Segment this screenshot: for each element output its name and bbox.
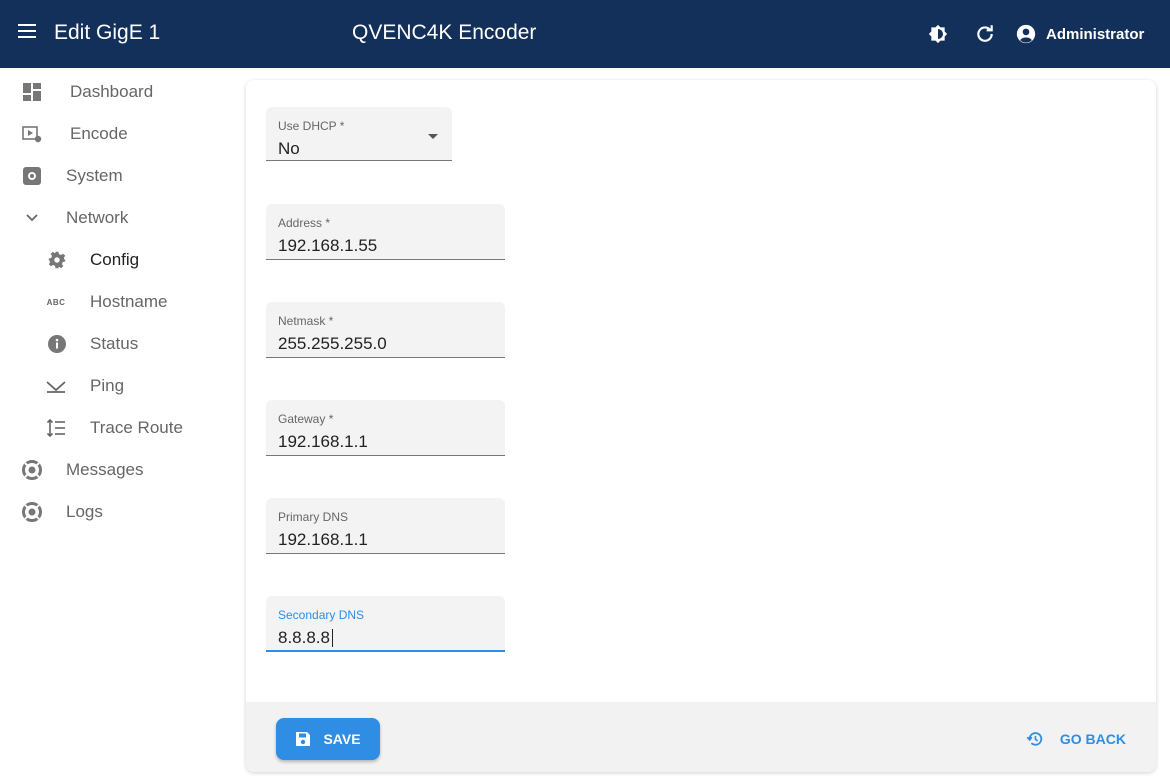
sidebar-item-trace-route[interactable]: Trace Route xyxy=(0,412,230,444)
sidebar-item-label: Dashboard xyxy=(70,82,154,101)
lifebuoy-icon xyxy=(22,502,42,522)
secondary-dns-label: Secondary DNS xyxy=(278,608,365,622)
sidebar-item-network[interactable]: Network xyxy=(0,202,230,234)
primary-dns-label: Primary DNS xyxy=(278,510,349,524)
sidebar-item-status[interactable]: Status xyxy=(0,328,230,360)
sidebar-item-label: Config xyxy=(90,250,140,269)
sidebar-item-logs[interactable]: Logs xyxy=(0,496,230,528)
user-menu[interactable]: Administrator xyxy=(1016,22,1144,46)
page-title: Edit GigE 1 xyxy=(54,21,161,44)
sidebar-item-ping[interactable]: Ping xyxy=(0,370,230,402)
form-footer: SAVE GO BACK xyxy=(246,702,1156,772)
secondary-dns-value: 8.8.8.8 xyxy=(278,628,330,647)
save-label: SAVE xyxy=(323,731,361,747)
address-field[interactable]: Address * 192.168.1.55 xyxy=(266,204,505,260)
info-icon xyxy=(47,334,67,354)
sidebar-item-system[interactable]: System xyxy=(0,160,230,192)
sidebar-item-label: Messages xyxy=(66,460,144,479)
sidebar-item-label: Hostname xyxy=(90,292,168,311)
primary-dns-value: 192.168.1.1 xyxy=(278,530,368,549)
app-bar: Edit GigE 1 QVENC4K Encoder Administrato… xyxy=(0,0,1170,68)
sidebar-item-encode[interactable]: Encode xyxy=(0,118,230,150)
dhcp-select[interactable]: Use DHCP * No xyxy=(266,107,452,161)
history-icon xyxy=(1026,732,1043,746)
save-icon xyxy=(296,732,311,746)
netmask-label: Netmask * xyxy=(278,314,334,328)
text-caret xyxy=(332,629,333,647)
secondary-dns-field[interactable]: Secondary DNS 8.8.8.8 xyxy=(266,596,505,652)
address-label: Address * xyxy=(278,216,331,230)
dhcp-value: No xyxy=(278,139,300,158)
netmask-value: 255.255.255.0 xyxy=(278,334,387,353)
sidebar-item-label: Status xyxy=(90,334,139,353)
encode-icon xyxy=(22,124,42,144)
trace-route-icon xyxy=(46,418,66,438)
menu-icon[interactable] xyxy=(18,24,36,38)
refresh-icon[interactable] xyxy=(975,24,995,44)
chevron-down-icon xyxy=(22,208,42,228)
dhcp-label: Use DHCP * xyxy=(278,119,345,133)
gear-icon xyxy=(47,250,67,270)
account-icon xyxy=(1016,24,1036,44)
app-title: QVENC4K Encoder xyxy=(352,21,537,44)
system-icon xyxy=(22,166,42,186)
sidebar-item-dashboard[interactable]: Dashboard xyxy=(0,76,230,108)
gateway-field[interactable]: Gateway * 192.168.1.1 xyxy=(266,400,505,456)
sidebar-item-label: Ping xyxy=(90,376,125,395)
sidebar-item-label: Network xyxy=(66,208,129,227)
form-card: Use DHCP * No Address * 192.168.1.55 Net… xyxy=(246,80,1156,772)
dropdown-arrow-icon xyxy=(428,134,438,139)
gateway-value: 192.168.1.1 xyxy=(278,432,368,451)
sidebar-item-hostname[interactable]: ABC Hostname xyxy=(0,286,230,318)
sidebar-item-label: Logs xyxy=(66,502,103,521)
sidebar-item-label: Trace Route xyxy=(90,418,183,437)
sidebar-item-label: Encode xyxy=(70,124,128,143)
go-back-button[interactable]: GO BACK xyxy=(1026,728,1126,750)
netmask-field[interactable]: Netmask * 255.255.255.0 xyxy=(266,302,505,358)
lifebuoy-icon xyxy=(22,460,42,480)
abc-icon: ABC xyxy=(46,297,66,307)
address-value: 192.168.1.55 xyxy=(278,236,378,255)
brightness-icon[interactable] xyxy=(928,24,948,44)
primary-dns-field[interactable]: Primary DNS 192.168.1.1 xyxy=(266,498,505,554)
save-button[interactable]: SAVE xyxy=(276,718,380,760)
go-back-label: GO BACK xyxy=(1059,731,1126,747)
gateway-label: Gateway * xyxy=(278,412,334,426)
sidebar-item-messages[interactable]: Messages xyxy=(0,454,230,486)
ping-icon xyxy=(46,376,66,396)
user-name: Administrator xyxy=(1046,25,1145,43)
sidebar-item-config[interactable]: Config xyxy=(0,244,230,276)
dashboard-icon xyxy=(22,82,42,102)
sidebar-item-label: System xyxy=(66,166,123,185)
